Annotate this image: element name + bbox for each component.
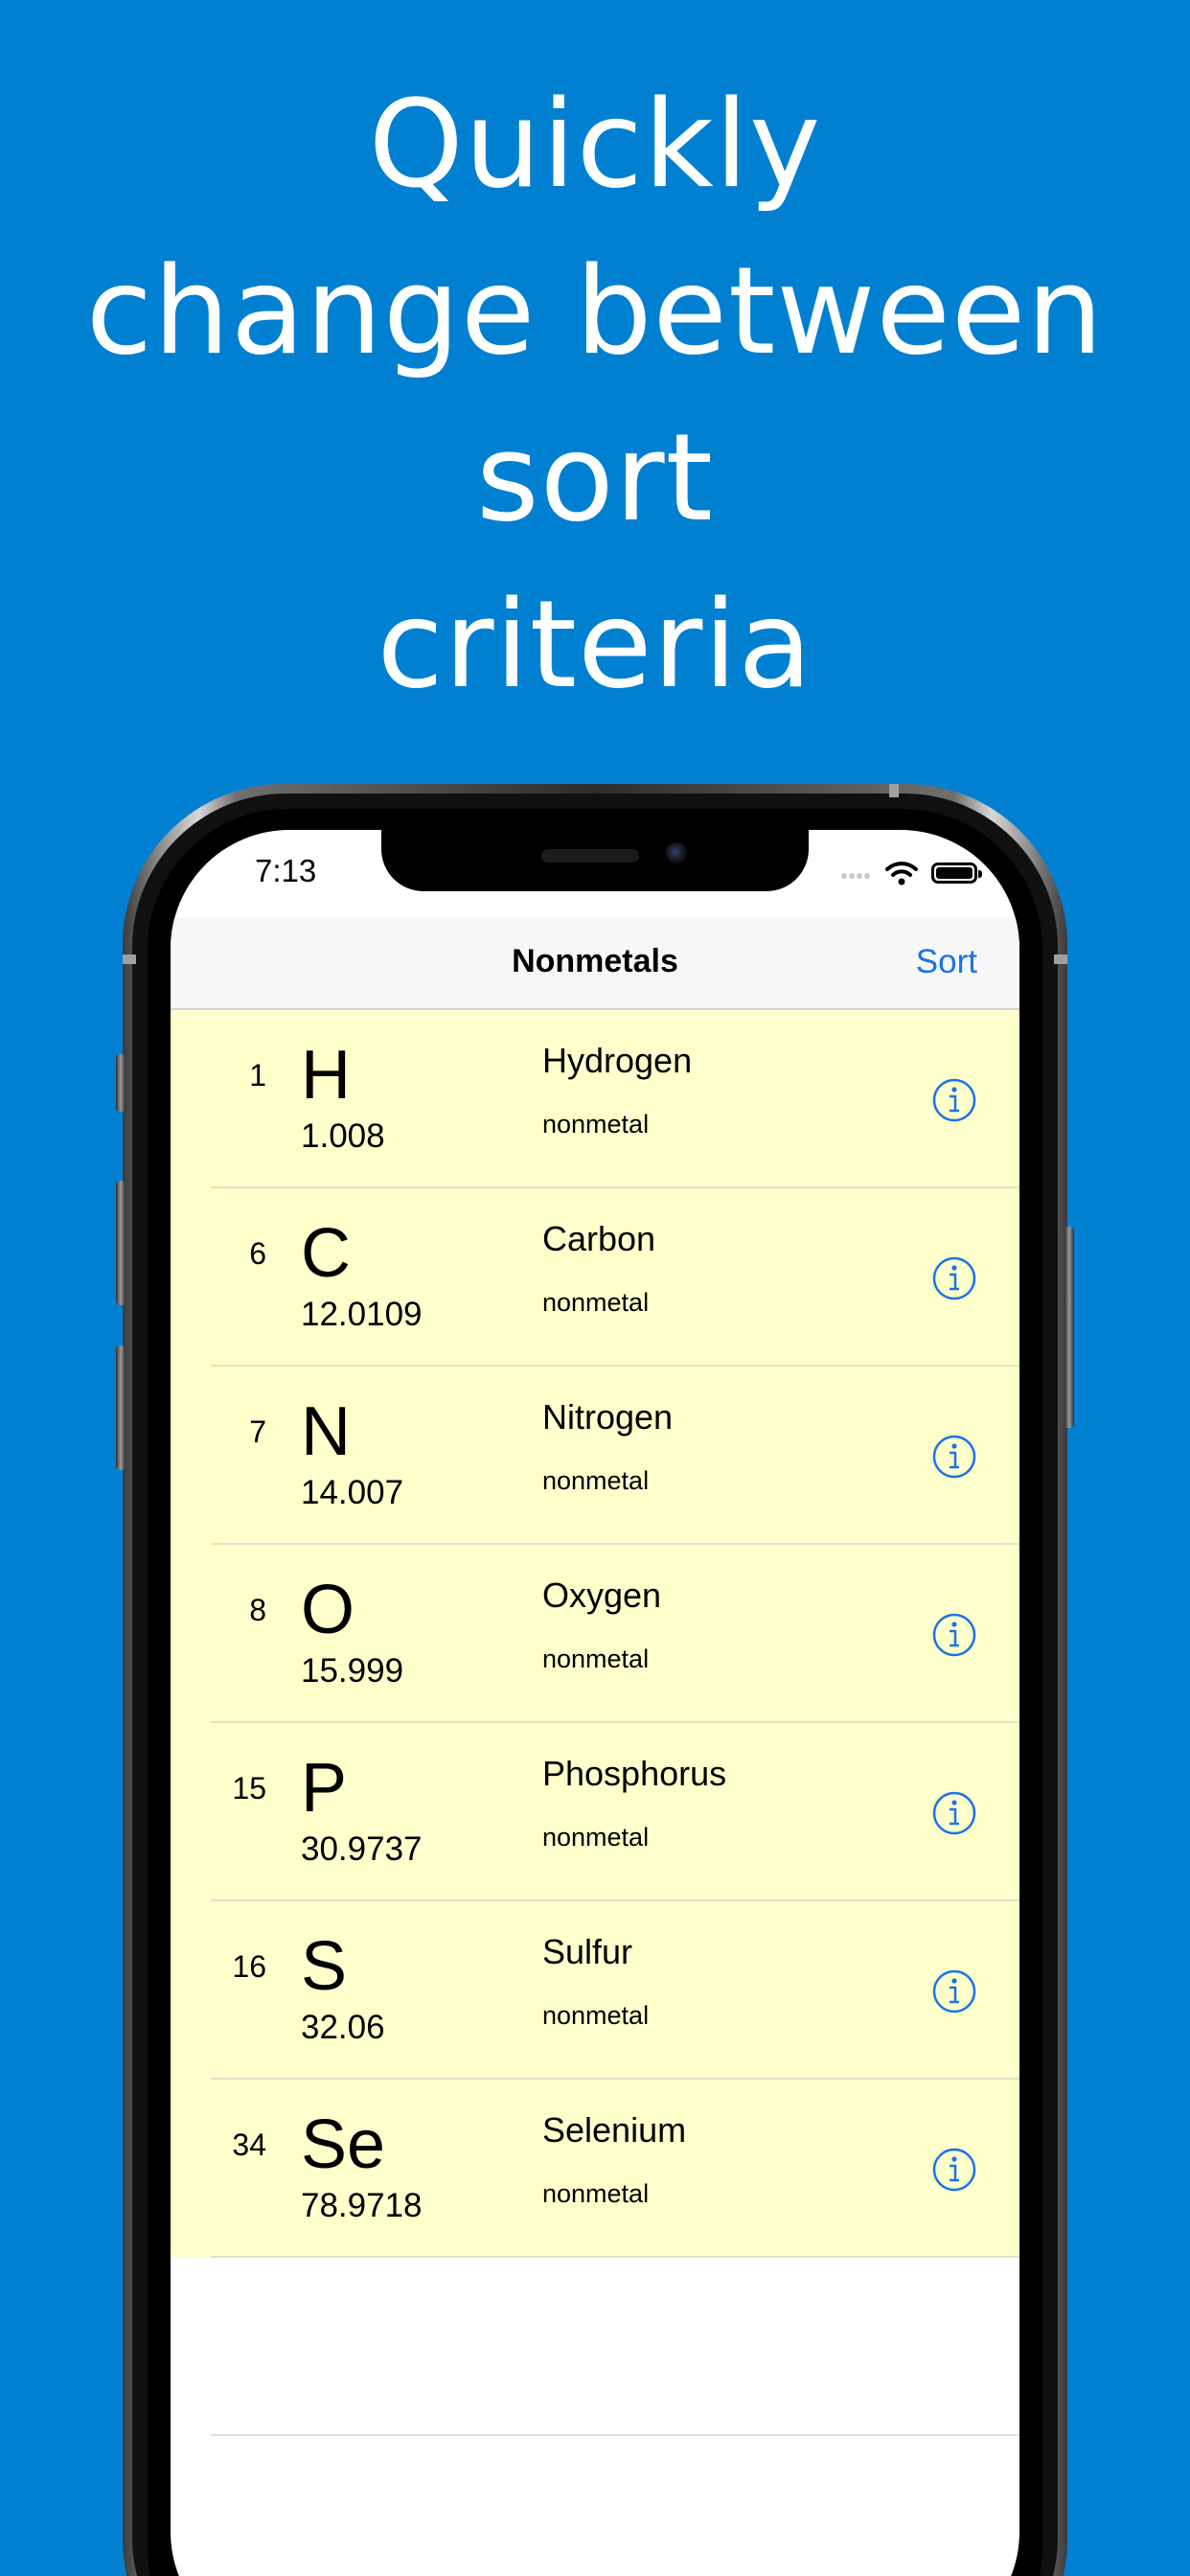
volume-up-button [116, 1181, 126, 1305]
list-item[interactable]: 16 S 32.06 Sulfur nonmetal [171, 1901, 1019, 2080]
atomic-mass: 14.007 [301, 1474, 404, 1511]
atomic-mass: 32.06 [301, 2009, 385, 2046]
element-name: Nitrogen [542, 1397, 674, 1437]
atomic-number: 7 [249, 1414, 266, 1449]
element-symbol: N [301, 1393, 351, 1470]
list-item[interactable]: 6 C 12.0109 Carbon nonmetal [171, 1188, 1019, 1367]
atomic-number: 8 [249, 1593, 266, 1627]
element-category: nonmetal [542, 1288, 650, 1317]
atomic-number: 15 [232, 1771, 266, 1806]
element-category: nonmetal [542, 2179, 650, 2208]
headline-line-1: Quickly [368, 74, 822, 215]
element-symbol: H [301, 1037, 351, 1114]
sort-button[interactable]: Sort [916, 943, 977, 981]
speaker-grille [541, 849, 639, 862]
element-name: Carbon [542, 1219, 656, 1258]
info-icon[interactable] [931, 2147, 977, 2193]
front-camera [666, 842, 687, 863]
list-item[interactable]: 7 N 14.007 Nitrogen nonmetal [171, 1367, 1019, 1545]
info-icon[interactable] [931, 1790, 977, 1836]
element-name: Hydrogen [542, 1041, 693, 1080]
atomic-mass: 78.9718 [301, 2187, 423, 2224]
element-name: Sulfur [542, 1932, 633, 1971]
battery-icon [931, 862, 982, 884]
list-item[interactable]: 34 Se 78.9718 Selenium nonmetal [171, 2080, 1019, 2258]
wifi-icon [885, 862, 918, 886]
element-category: nonmetal [542, 1823, 650, 1852]
atomic-mass: 12.0109 [301, 1296, 423, 1333]
element-category: nonmetal [542, 1110, 650, 1138]
power-button [1064, 1227, 1074, 1428]
info-icon[interactable] [931, 1077, 977, 1123]
element-symbol: O [301, 1572, 355, 1648]
info-icon[interactable] [931, 1612, 977, 1658]
element-list: 1 H 1.008 Hydrogen nonmetal 6 C 12.0109 … [171, 1010, 1019, 2436]
signal-dots-icon [841, 864, 872, 883]
element-name: Selenium [542, 2110, 687, 2150]
atomic-mass: 30.9737 [301, 1830, 423, 1868]
headline-line-3: sort [476, 407, 714, 548]
element-symbol: Se [301, 2106, 386, 2183]
element-category: nonmetal [542, 1466, 650, 1495]
element-name: Oxygen [542, 1576, 662, 1615]
element-symbol: P [301, 1750, 348, 1827]
app-store-screenshot: Quickly change between sort criteria 7:1… [0, 0, 1190, 2576]
atomic-mass: 1.008 [301, 1117, 385, 1155]
atomic-number: 34 [232, 2128, 266, 2162]
atomic-number: 16 [232, 1949, 266, 1984]
empty-list-row [171, 2258, 1019, 2436]
notch [381, 830, 809, 891]
element-name: Phosphorus [542, 1754, 727, 1793]
navigation-bar: Nonmetals Sort [171, 918, 1019, 1010]
info-icon[interactable] [931, 1968, 977, 2014]
element-symbol: C [301, 1215, 351, 1292]
headline-line-4: criteria [377, 574, 813, 715]
volume-down-button [116, 1346, 126, 1470]
list-item[interactable]: 15 P 30.9737 Phosphorus nonmetal [171, 1723, 1019, 1901]
status-time: 7:13 [255, 853, 317, 888]
atomic-number: 1 [249, 1058, 266, 1092]
atomic-number: 6 [249, 1236, 266, 1271]
headline-line-2: change between [85, 241, 1105, 381]
element-symbol: S [301, 1928, 348, 2005]
info-icon[interactable] [931, 1255, 977, 1301]
list-item[interactable]: 8 O 15.999 Oxygen nonmetal [171, 1545, 1019, 1723]
list-item[interactable]: 1 H 1.008 Hydrogen nonmetal [171, 1010, 1019, 1188]
antenna-band [123, 954, 136, 964]
antenna-band [1054, 954, 1067, 964]
headline: Quickly change between sort criteria [0, 61, 1190, 728]
atomic-mass: 15.999 [301, 1652, 404, 1690]
nav-title: Nonmetals [512, 943, 678, 979]
info-icon[interactable] [931, 1434, 977, 1480]
status-icons [841, 859, 982, 887]
antenna-band [889, 784, 899, 797]
element-category: nonmetal [542, 2001, 650, 2030]
phone-screen: 7:13 Nonmetals Sort 1 H 1.008 Hydrogen n… [171, 830, 1019, 2576]
silent-switch [116, 1054, 126, 1112]
element-category: nonmetal [542, 1644, 650, 1673]
